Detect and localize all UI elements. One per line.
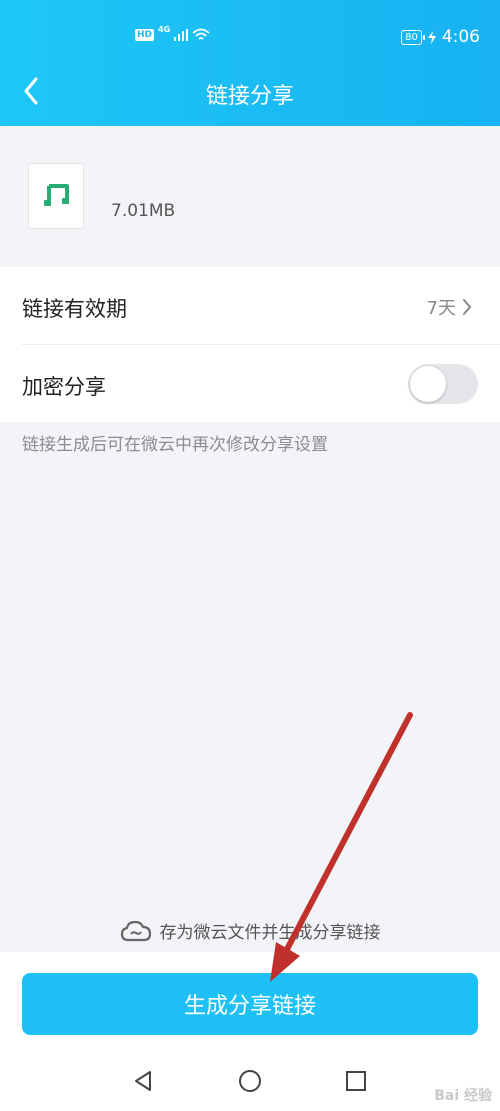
signal-icon bbox=[174, 29, 189, 41]
validity-value: 7天 bbox=[426, 298, 456, 319]
status-right: 80 4:06 bbox=[401, 27, 480, 47]
settings-hint: 链接生成后可在微云中再次修改分享设置 bbox=[22, 435, 328, 455]
nav-back-button[interactable] bbox=[130, 1068, 156, 1094]
status-bar: HD 4G 80 4:06 bbox=[0, 22, 500, 54]
charging-icon bbox=[427, 30, 436, 44]
validity-row[interactable]: 链接有效期 7天 bbox=[0, 267, 500, 344]
save-note-text: 存为微云文件并生成分享链接 bbox=[159, 923, 381, 943]
battery-level: 80 bbox=[405, 31, 418, 43]
validity-label: 链接有效期 bbox=[22, 297, 127, 321]
page-title: 链接分享 bbox=[205, 84, 294, 109]
toggle-knob bbox=[410, 366, 446, 402]
music-note-icon bbox=[44, 184, 69, 206]
hd-badge: HD bbox=[135, 29, 155, 41]
app-header: HD 4G 80 4:06 链接分享 bbox=[0, 0, 500, 126]
square-recents-icon bbox=[346, 1071, 366, 1091]
watermark: Bai 经验 bbox=[434, 1088, 492, 1104]
chevron-right-icon bbox=[463, 299, 472, 315]
cloud-icon bbox=[120, 920, 151, 941]
triangle-back-icon bbox=[135, 1071, 151, 1091]
circle-home-icon bbox=[239, 1070, 261, 1092]
bottom-area: 生成分享链接 Bai 经验 bbox=[0, 952, 500, 1111]
validity-value-wrap: 7天 bbox=[427, 294, 472, 320]
encrypt-toggle[interactable] bbox=[408, 364, 478, 404]
generate-share-link-button[interactable]: 生成分享链接 bbox=[22, 973, 478, 1035]
nav-home-button[interactable] bbox=[237, 1068, 263, 1094]
system-navbar: Bai 经验 bbox=[0, 1054, 500, 1111]
file-info: 7.01MB bbox=[0, 126, 500, 266]
wifi-icon bbox=[192, 28, 210, 40]
share-settings: 链接有效期 7天 加密分享 bbox=[0, 267, 500, 422]
file-size: 7.01MB bbox=[111, 201, 176, 221]
nav-recents-button[interactable] bbox=[343, 1068, 369, 1094]
file-thumbnail bbox=[28, 163, 84, 229]
encrypt-row: 加密分享 bbox=[22, 344, 500, 422]
status-icons: HD 4G bbox=[135, 24, 210, 42]
network-type: 4G bbox=[158, 24, 171, 34]
encrypt-label: 加密分享 bbox=[22, 375, 106, 399]
battery-icon: 80 bbox=[401, 29, 425, 45]
save-note: 存为微云文件并生成分享链接 bbox=[0, 918, 500, 943]
clock: 4:06 bbox=[441, 27, 480, 47]
